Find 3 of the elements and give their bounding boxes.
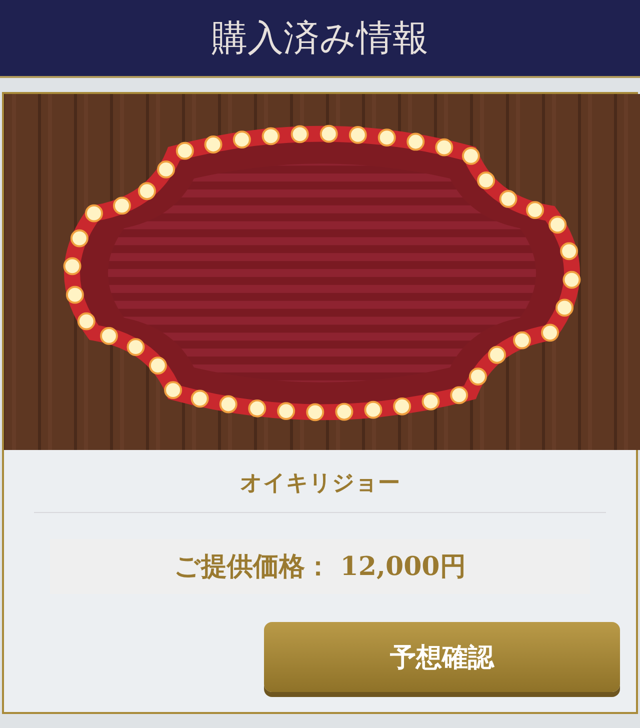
product-name: オイキリジョー [239, 469, 401, 498]
page-title: 購入済み情報 [212, 16, 428, 60]
check-prediction-button[interactable]: 予想確認 [264, 622, 620, 692]
